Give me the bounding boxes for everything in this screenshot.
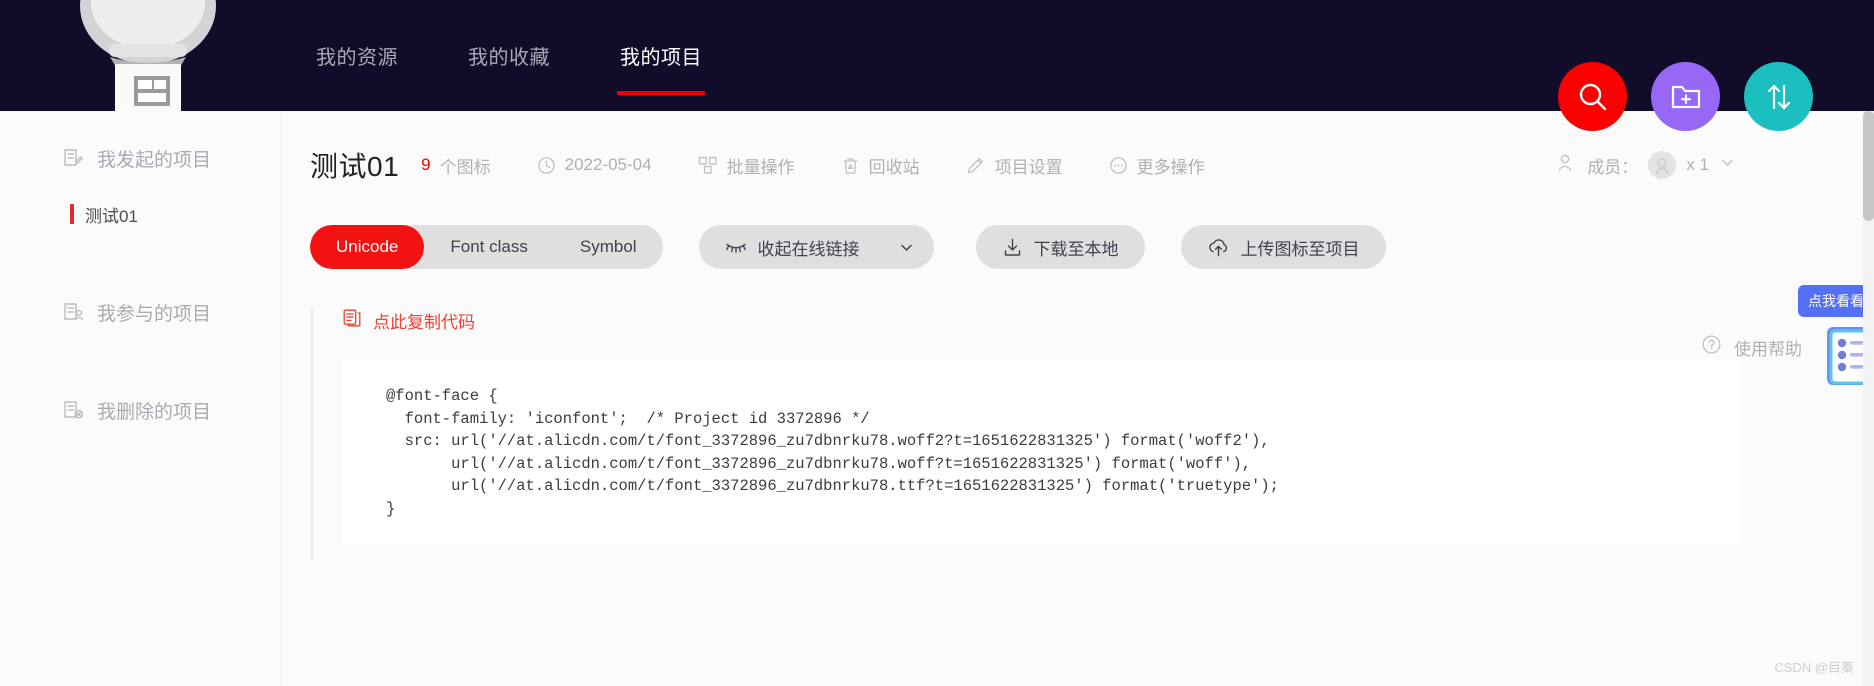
batch-operation-label: 批量操作 — [726, 157, 795, 177]
scrollbar-thumb[interactable] — [1863, 111, 1874, 221]
eye-closed-icon — [725, 239, 747, 255]
download-icon — [1002, 237, 1023, 258]
members-selector[interactable]: 成员： x 1 — [1555, 151, 1736, 179]
sidebar-item-label: 我删除的项目 — [97, 401, 212, 423]
project-settings-label: 项目设置 — [994, 157, 1063, 177]
project-created-icon — [62, 147, 84, 169]
project-settings-button[interactable]: 项目设置 — [966, 153, 1063, 178]
nav-tab-label: 我的项目 — [620, 47, 702, 69]
nav-tab-my-resources[interactable]: 我的资源 — [296, 0, 418, 111]
download-to-local-button[interactable]: 下载至本地 — [975, 225, 1145, 269]
code-section: 点此复制代码 @font-face { font-family: 'iconfo… — [310, 307, 1740, 560]
sidebar-item-label: 我发起的项目 — [97, 149, 212, 171]
batch-operation-button[interactable]: 批量操作 — [698, 153, 795, 178]
tab-label: Unicode — [336, 237, 399, 256]
code-text: @font-face { font-family: 'iconfont'; /*… — [386, 387, 1279, 518]
floating-tip-label: 点我看看 — [1808, 293, 1864, 309]
upload-icons-button[interactable]: 上传图标至项目 — [1180, 225, 1386, 269]
trash-icon — [841, 156, 860, 175]
nav-tab-my-favorites[interactable]: 我的收藏 — [448, 0, 570, 111]
icon-count-label: 个图标 — [439, 157, 491, 177]
project-joined-icon — [62, 301, 84, 323]
pencil-icon — [966, 155, 986, 175]
copy-icon — [342, 308, 362, 333]
project-date: 2022-05-04 — [537, 155, 652, 175]
active-indicator-bar — [70, 204, 74, 224]
more-operations-label: 更多操作 — [1136, 157, 1205, 177]
collapse-online-link-label: 收起在线链接 — [757, 239, 860, 259]
member-icon — [1555, 152, 1577, 179]
chevron-down-icon — [1719, 154, 1736, 176]
sidebar-item-created-projects[interactable]: 我发起的项目 — [0, 137, 281, 179]
sidebar-item-joined-projects[interactable]: 我参与的项目 — [0, 291, 281, 333]
sidebar-subitem-test01[interactable]: 测试01 — [0, 197, 281, 231]
toolbar: Unicode Font class Symbol 收起在线链接 下载至本地 上… — [282, 225, 1874, 269]
chevron-down-icon — [897, 238, 916, 257]
upload-icons-label: 上传图标至项目 — [1240, 239, 1360, 259]
copy-code-button[interactable]: 点此复制代码 — [342, 307, 1740, 333]
project-date-text: 2022-05-04 — [564, 155, 652, 174]
download-to-local-label: 下载至本地 — [1033, 239, 1119, 259]
ellipsis-circle-icon — [1109, 156, 1128, 175]
sidebar-item-deleted-projects[interactable]: 我删除的项目 — [0, 389, 281, 431]
copy-code-label: 点此复制代码 — [373, 312, 475, 332]
code-format-segmented-control: Unicode Font class Symbol — [310, 225, 663, 269]
nav-tab-label: 我的收藏 — [468, 47, 550, 69]
new-folder-icon — [1669, 80, 1703, 114]
recycle-bin-label: 回收站 — [868, 157, 920, 177]
collapse-online-link-button[interactable]: 收起在线链接 — [698, 225, 934, 269]
page-title: 测试01 — [310, 151, 400, 182]
tab-label: Symbol — [579, 237, 637, 256]
cloud-upload-icon — [1207, 237, 1230, 258]
page-root: 我的资源 我的收藏 我的项目 我发起的项目 测试01 我参与的项目 我删除的项目… — [0, 0, 1874, 686]
project-deleted-icon — [62, 399, 84, 421]
nav-tab-label: 我的资源 — [316, 47, 398, 69]
help-label: 使用帮助 — [1734, 339, 1802, 359]
members-count: x 1 — [1686, 155, 1709, 174]
avatar — [1648, 151, 1677, 179]
search-icon — [1576, 80, 1610, 114]
batch-operation-icon — [698, 155, 718, 175]
nav-tab-my-projects[interactable]: 我的项目 — [600, 0, 722, 111]
gumball-machine-logo[interactable] — [77, 0, 220, 111]
main-nav: 我的资源 我的收藏 我的项目 — [296, 0, 722, 111]
clock-icon — [537, 156, 556, 175]
sidebar-item-label: 我参与的项目 — [97, 303, 212, 325]
tab-unicode[interactable]: Unicode — [310, 225, 425, 269]
icon-count: 9 — [421, 155, 431, 174]
more-operations-button[interactable]: 更多操作 — [1109, 153, 1205, 178]
code-block[interactable]: @font-face { font-family: 'iconfont'; /*… — [342, 359, 1740, 546]
recycle-bin-button[interactable]: 回收站 — [841, 153, 920, 178]
members-label: 成员： — [1587, 157, 1639, 177]
tab-symbol[interactable]: Symbol — [554, 225, 663, 269]
watermark: CSDN @目蓁 — [1774, 660, 1854, 675]
tab-label: Font class — [450, 237, 528, 256]
site-header: 我的资源 我的收藏 我的项目 — [0, 0, 1874, 131]
sidebar: 我发起的项目 测试01 我参与的项目 我删除的项目 — [0, 111, 282, 686]
tab-font-class[interactable]: Font class — [424, 225, 553, 269]
sidebar-subitem-label: 测试01 — [85, 206, 138, 226]
main-content: 测试01 9 个图标 2022-05-04 批量操作 回收站 项目设置 更多操作… — [282, 111, 1874, 686]
sort-icon — [1762, 80, 1796, 114]
